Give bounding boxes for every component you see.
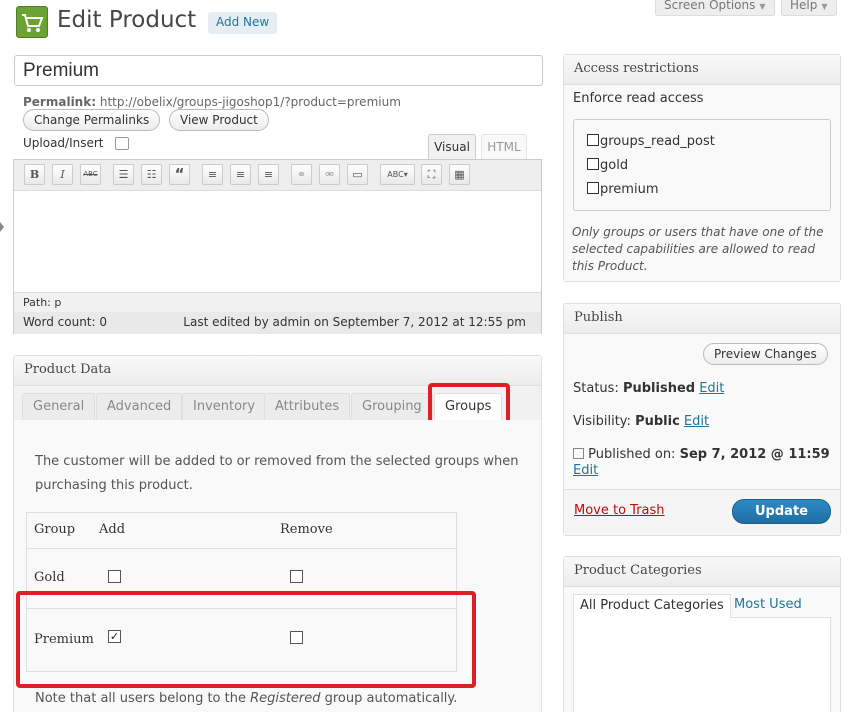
add-new-button[interactable]: Add New — [208, 12, 278, 34]
note-before: Note that all users belong to the — [35, 691, 251, 706]
status-label: Status: — [573, 381, 619, 396]
unlink-icon[interactable]: ⚮ — [319, 164, 340, 185]
update-button[interactable]: Update — [732, 499, 831, 524]
collapse-arrow-icon[interactable] — [0, 222, 4, 232]
categories-list[interactable] — [573, 617, 831, 712]
note-after: group automatically. — [320, 691, 458, 706]
tab-inventory[interactable]: Inventory — [182, 393, 267, 421]
visibility-label: Visibility: — [573, 414, 631, 429]
column-header-remove: Remove — [280, 522, 333, 537]
last-edited: Last edited by admin on September 7, 201… — [183, 315, 526, 329]
strikethrough-icon[interactable]: ABC — [80, 164, 101, 185]
product-data-title[interactable]: Product Data — [14, 356, 541, 386]
edit-date-link[interactable]: Edit — [573, 463, 598, 478]
path-value[interactable]: p — [54, 296, 61, 309]
published-on-label: Published on: — [588, 447, 676, 462]
capability-item[interactable]: gold — [587, 158, 628, 173]
chevron-down-icon: ▼ — [759, 2, 766, 11]
insert-more-icon[interactable]: ▭ — [347, 164, 368, 185]
page-title: Edit Product — [57, 7, 197, 33]
align-left-icon[interactable]: ≡ — [202, 164, 223, 185]
italic-icon[interactable]: I — [52, 164, 73, 185]
group-name-gold: Gold — [34, 570, 65, 585]
published-on-value: Sep 7, 2012 @ 11:59 — [679, 447, 830, 462]
numbered-list-icon[interactable]: ☷ — [141, 164, 162, 185]
product-title-input[interactable] — [14, 55, 543, 86]
bold-icon[interactable]: B — [24, 164, 45, 185]
tab-attributes[interactable]: Attributes — [264, 393, 351, 421]
tab-all-categories[interactable]: All Product Categories — [573, 594, 731, 618]
published-on-row: Published on: Sep 7, 2012 @ 11:59 Edit — [573, 447, 835, 479]
tab-html[interactable]: HTML — [481, 134, 527, 159]
help-button[interactable]: Help ▼ — [781, 0, 837, 16]
column-header-add: Add — [99, 522, 126, 537]
fullscreen-icon[interactable]: ⛶ — [421, 164, 442, 185]
chevron-down-icon: ▼ — [821, 2, 828, 11]
permalink-url[interactable]: http://obelix/groups-jigoshop1/?product=… — [100, 95, 401, 109]
registered-group-note: Note that all users belong to the Regist… — [35, 691, 457, 706]
capability-label: gold — [600, 158, 629, 173]
path-label: Path: — [23, 296, 51, 309]
upload-insert-label: Upload/Insert — [23, 136, 104, 150]
move-to-trash-link[interactable]: Move to Trash — [574, 503, 665, 518]
link-icon[interactable]: ⚭ — [291, 164, 312, 185]
remove-checkbox-gold[interactable] — [290, 570, 303, 583]
tab-visual[interactable]: Visual — [428, 134, 476, 159]
status-row: Status: Published Edit — [573, 381, 724, 396]
bullet-list-icon[interactable]: ☰ — [113, 164, 134, 185]
preview-changes-button[interactable]: Preview Changes — [703, 343, 828, 365]
capability-label: groups_read_post — [600, 134, 715, 149]
product-categories-title[interactable]: Product Categories — [564, 557, 840, 587]
jigoshop-cart-icon — [16, 6, 48, 38]
publish-title[interactable]: Publish — [564, 304, 840, 334]
edit-status-link[interactable]: Edit — [699, 381, 724, 396]
access-note: Only groups or users that have one of th… — [572, 225, 824, 273]
tab-general[interactable]: General — [22, 393, 96, 421]
edit-visibility-link[interactable]: Edit — [684, 414, 709, 429]
tab-advanced[interactable]: Advanced — [96, 393, 183, 421]
capability-checkbox[interactable] — [587, 182, 599, 194]
tab-most-used[interactable]: Most Used — [728, 594, 808, 618]
access-restrictions-title[interactable]: Access restrictions — [564, 55, 840, 85]
enforce-read-access-label: Enforce read access — [573, 91, 704, 106]
note-registered: Registered — [250, 691, 321, 706]
calendar-icon — [573, 448, 584, 459]
column-header-group: Group — [34, 522, 76, 537]
kitchen-sink-icon[interactable]: ▦ — [449, 164, 470, 185]
align-right-icon[interactable]: ≡ — [258, 164, 279, 185]
permalink: Permalink: http://obelix/groups-jigoshop… — [23, 95, 401, 109]
status-value: Published — [622, 381, 696, 396]
capability-label: premium — [600, 182, 659, 197]
visibility-row: Visibility: Public Edit — [573, 414, 709, 429]
visibility-value: Public — [635, 414, 680, 429]
view-product-button[interactable]: View Product — [169, 109, 269, 131]
row-divider — [27, 548, 456, 549]
capability-checkbox[interactable] — [587, 134, 599, 146]
capability-checkbox[interactable] — [587, 158, 599, 170]
help-label: Help — [790, 0, 818, 12]
screen-options-button[interactable]: Screen Options ▼ — [655, 0, 775, 16]
tab-grouping[interactable]: Grouping — [351, 393, 433, 421]
word-count: Word count: 0 — [23, 315, 108, 329]
groups-description: The customer will be added to or removed… — [35, 454, 519, 493]
change-permalinks-button[interactable]: Change Permalinks — [23, 109, 161, 131]
capability-item[interactable]: premium — [587, 182, 659, 197]
permalink-label: Permalink: — [23, 95, 97, 109]
capability-item[interactable]: groups_read_post — [587, 134, 715, 149]
align-center-icon[interactable]: ≡ — [230, 164, 251, 185]
editor-path-bar: Path: p — [14, 292, 541, 312]
screen-options-label: Screen Options — [664, 0, 756, 12]
add-media-icon[interactable] — [115, 137, 129, 150]
blockquote-icon[interactable]: “ — [169, 164, 190, 185]
add-checkbox-gold[interactable] — [108, 570, 121, 583]
editor-status-bar: Word count: 0 Last edited by admin on Se… — [14, 312, 541, 334]
spellcheck-icon[interactable]: ABC▾ — [380, 164, 415, 185]
highlight-premium-row — [16, 591, 476, 688]
